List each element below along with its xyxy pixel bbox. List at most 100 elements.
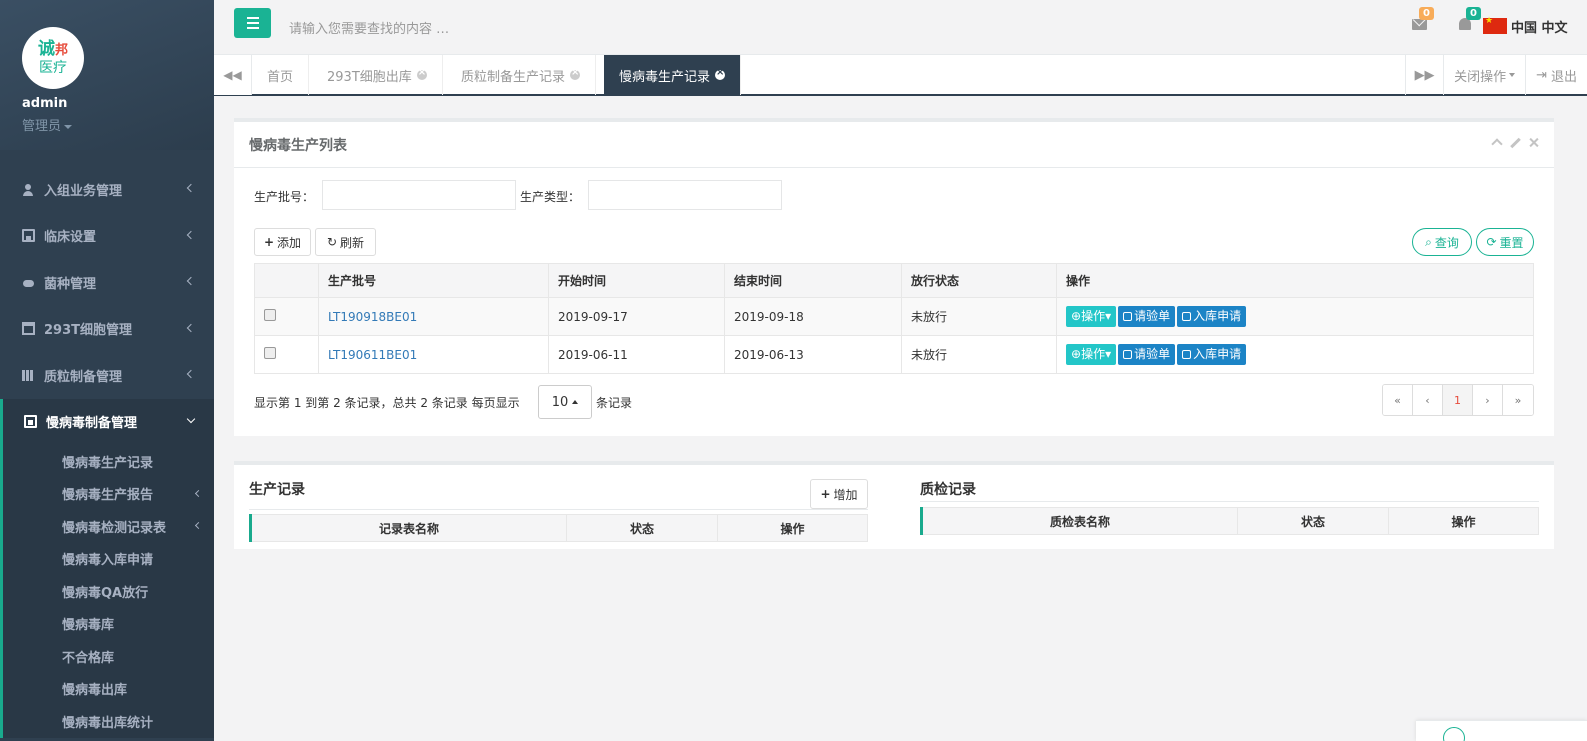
actions-cell: ⊕操作▾ 请验单 入库申请 bbox=[1056, 335, 1534, 374]
backward-icon: ◀◀ bbox=[223, 68, 242, 82]
first-page-button[interactable]: « bbox=[1383, 385, 1413, 415]
prev-page-button[interactable]: ‹ bbox=[1413, 385, 1443, 415]
sidebar-item-293t[interactable]: 293T细胞管理 bbox=[0, 306, 214, 353]
start-time-cell: 2019-09-17 bbox=[548, 297, 725, 336]
submenu-item[interactable]: 慢病毒生产记录 bbox=[3, 445, 214, 478]
close-tab-icon[interactable] bbox=[570, 67, 581, 80]
language-selector[interactable]: 中国 中文 bbox=[1511, 17, 1568, 36]
caret-down-icon bbox=[1509, 73, 1516, 77]
submenu-item[interactable]: 慢病毒出库统计 bbox=[3, 705, 214, 738]
batch-link[interactable]: LT190918BE01 bbox=[328, 310, 417, 324]
logout-button[interactable]: ⇥ 退出 bbox=[1525, 55, 1587, 95]
page-size-suffix: 条记录 bbox=[596, 396, 633, 410]
submenu-item[interactable]: 慢病毒出库 bbox=[3, 673, 214, 706]
submenu-item[interactable]: 慢病毒QA放行 bbox=[3, 575, 214, 608]
end-time-cell: 2019-06-13 bbox=[724, 335, 902, 374]
profile-header: 诚邦 医疗 admin 管理员 bbox=[0, 0, 214, 150]
storage-request-button[interactable]: 入库申请 bbox=[1177, 306, 1247, 327]
pagination-info: 显示第 1 到第 2 条记录，总共 2 条记录 每页显示 bbox=[254, 396, 520, 410]
tab-home[interactable]: 首页 bbox=[252, 55, 310, 95]
submenu-item[interactable]: 不合格库 bbox=[3, 640, 214, 673]
close-icon[interactable] bbox=[1529, 137, 1540, 148]
panel-title: 慢病毒生产列表 bbox=[234, 122, 1554, 168]
column-header: 状态 bbox=[566, 514, 718, 542]
operation-dropdown-button[interactable]: ⊕操作▾ bbox=[1066, 344, 1117, 365]
tab-lentivirus-record[interactable]: 慢病毒生产记录 bbox=[604, 55, 742, 95]
sidebar-item-enrollment[interactable]: 入组业务管理 bbox=[0, 166, 214, 213]
submenu-item[interactable]: 慢病毒检测记录表 bbox=[3, 510, 214, 543]
column-header: 质检表名称 bbox=[921, 507, 1238, 535]
table-header: 生产批号 开始时间 结束时间 放行状态 操作 bbox=[254, 263, 1534, 298]
sidebar-nav: 入组业务管理 临床设置 菌种管理 293T细胞管理 质粒制备管理 慢病毒制备管理… bbox=[0, 166, 214, 738]
tab-scroll-left-button[interactable]: ◀◀ bbox=[214, 55, 252, 95]
column-header: 记录表名称 bbox=[250, 514, 567, 542]
refresh-button[interactable]: ↻ 刷新 bbox=[315, 228, 376, 256]
caret-up-icon bbox=[572, 400, 579, 404]
wrench-icon[interactable] bbox=[1510, 137, 1521, 148]
table-row: LT190918BE01 2019-09-17 2019-09-18 未放行 ⊕… bbox=[254, 297, 1534, 336]
tab-293t-outbound[interactable]: 293T细胞出库 bbox=[312, 55, 443, 95]
row-checkbox[interactable] bbox=[264, 309, 276, 321]
column-header[interactable]: 开始时间 bbox=[548, 263, 725, 298]
column-header bbox=[254, 263, 319, 298]
column-header[interactable]: 生产批号 bbox=[318, 263, 549, 298]
column-header[interactable]: 结束时间 bbox=[724, 263, 902, 298]
row-checkbox[interactable] bbox=[264, 347, 276, 359]
edit-icon bbox=[1182, 350, 1192, 359]
sidebar-item-clinical[interactable]: 临床设置 bbox=[0, 213, 214, 260]
company-logo: 诚邦 医疗 bbox=[22, 27, 84, 89]
sidebar-item-strain[interactable]: 菌种管理 bbox=[0, 259, 214, 306]
close-tab-icon[interactable] bbox=[715, 67, 726, 80]
chevron-left-icon bbox=[194, 489, 203, 497]
submenu-item[interactable]: 慢病毒生产报告 bbox=[3, 478, 214, 511]
china-flag-icon[interactable] bbox=[1483, 16, 1507, 34]
column-header[interactable]: 放行状态 bbox=[901, 263, 1057, 298]
batch-number-input[interactable] bbox=[322, 180, 516, 210]
paw-icon bbox=[22, 276, 35, 289]
close-ops-dropdown[interactable]: 关闭操作 bbox=[1443, 55, 1525, 95]
sidebar: 诚邦 医疗 admin 管理员 入组业务管理 临床设置 菌种管理 293T细胞管… bbox=[0, 0, 214, 741]
search-icon: ⌕ bbox=[1425, 234, 1432, 249]
sidebar-item-lentivirus[interactable]: 慢病毒制备管理 bbox=[0, 398, 214, 445]
inspection-form-button[interactable]: 请验单 bbox=[1118, 344, 1176, 365]
sidebar-item-plasmid[interactable]: 质粒制备管理 bbox=[0, 352, 214, 399]
floating-widget[interactable] bbox=[1416, 720, 1587, 741]
envelope-icon[interactable] bbox=[1412, 19, 1427, 30]
qc-records-title: 质检记录 bbox=[920, 482, 976, 498]
submenu-item[interactable]: 慢病毒库 bbox=[3, 608, 214, 641]
submenu-item[interactable]: 慢病毒入库申请 bbox=[3, 543, 214, 576]
search-input[interactable]: 请输入您需要查找的内容 … bbox=[289, 18, 449, 37]
reset-button[interactable]: ⟳ 重置 bbox=[1476, 228, 1534, 256]
production-type-input[interactable] bbox=[588, 180, 782, 210]
tab-plasmid-record[interactable]: 质粒制备生产记录 bbox=[446, 55, 597, 95]
page-1-button[interactable]: 1 bbox=[1443, 385, 1473, 415]
user-role-dropdown[interactable]: 管理员 bbox=[22, 115, 73, 134]
sign-out-icon: ⇥ bbox=[1536, 67, 1547, 83]
chevron-left-icon bbox=[194, 522, 203, 530]
storage-request-button[interactable]: 入库申请 bbox=[1177, 344, 1247, 365]
tab-actions: ▶▶ 关闭操作 ⇥ 退出 bbox=[1405, 55, 1587, 95]
batch-link[interactable]: LT190611BE01 bbox=[328, 348, 417, 362]
production-table: 生产批号 开始时间 结束时间 放行状态 操作 LT190918BE01 2019… bbox=[254, 263, 1534, 374]
inspection-form-button[interactable]: 请验单 bbox=[1118, 306, 1176, 327]
user-icon bbox=[22, 183, 35, 196]
divider bbox=[249, 509, 868, 510]
edit-icon bbox=[1123, 350, 1133, 359]
close-tab-icon[interactable] bbox=[416, 67, 427, 80]
menu-toggle-button[interactable] bbox=[234, 8, 271, 38]
table-row: LT190611BE01 2019-06-11 2019-06-13 未放行 ⊕… bbox=[254, 335, 1534, 374]
chevron-left-icon bbox=[186, 230, 196, 239]
query-button[interactable]: ⌕ 查询 bbox=[1412, 228, 1472, 256]
save-icon bbox=[22, 229, 35, 243]
tab-scroll-right-button[interactable]: ▶▶ bbox=[1405, 55, 1443, 95]
collapse-icon[interactable] bbox=[1491, 137, 1502, 148]
page-size-select[interactable]: 10 bbox=[538, 385, 592, 419]
last-page-button[interactable]: » bbox=[1503, 385, 1533, 415]
notification-count-badge: 0 bbox=[1466, 7, 1481, 20]
operation-dropdown-button[interactable]: ⊕操作▾ bbox=[1066, 306, 1117, 327]
add-button[interactable]: + 添加 bbox=[254, 228, 311, 256]
add-record-button[interactable]: + 增加 bbox=[810, 479, 868, 509]
start-time-cell: 2019-06-11 bbox=[548, 335, 725, 374]
plus-icon: + bbox=[263, 235, 275, 249]
next-page-button[interactable]: › bbox=[1473, 385, 1503, 415]
